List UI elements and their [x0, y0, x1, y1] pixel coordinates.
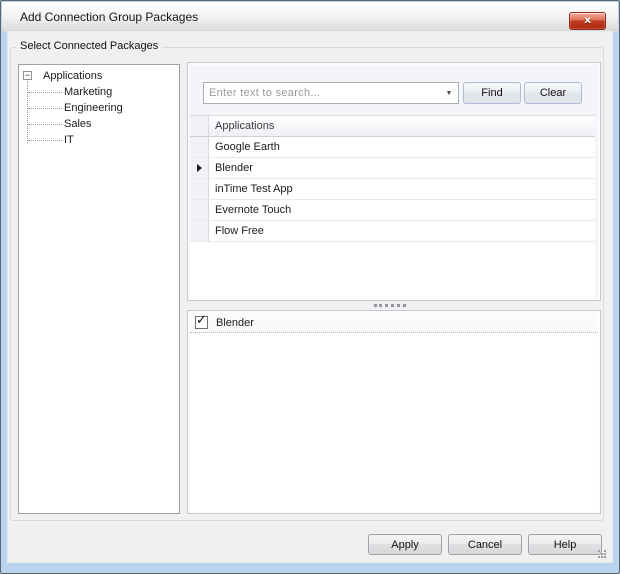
help-button[interactable]: Help	[528, 534, 602, 555]
find-button[interactable]: Find	[463, 82, 521, 104]
tree-item-label: Engineering	[64, 102, 123, 114]
grid-header-applications: Applications	[209, 116, 595, 136]
row-indicator-cell	[190, 137, 209, 157]
package-name-cell: Evernote Touch	[209, 200, 595, 220]
row-indicator-cell	[190, 200, 209, 220]
add-connection-group-packages-dialog: Add Connection Group Packages x Select C…	[0, 0, 620, 574]
package-name-cell: Google Earth	[209, 137, 595, 157]
table-row[interactable]: Google Earth	[190, 137, 595, 158]
groupbox-label: Select Connected Packages	[16, 40, 162, 52]
search-combobox: ▼	[203, 82, 459, 104]
apply-button-label: Apply	[391, 539, 419, 551]
search-input[interactable]	[204, 83, 440, 103]
window-titlebar[interactable]: Add Connection Group Packages	[2, 2, 618, 32]
splitter-handle[interactable]	[374, 304, 406, 307]
blender-checkbox[interactable]: ✓	[195, 316, 208, 329]
selected-item-label: Blender	[216, 317, 254, 329]
table-row[interactable]: Evernote Touch	[190, 200, 595, 221]
packages-tree[interactable]: − Applications Marketing Engineering Sal…	[18, 64, 180, 514]
tree-item-engineering[interactable]: Engineering	[19, 100, 179, 116]
tree-item-marketing[interactable]: Marketing	[19, 84, 179, 100]
find-button-label: Find	[481, 87, 502, 99]
selected-item-blender[interactable]: ✓ Blender	[190, 313, 598, 333]
tree-item-applications[interactable]: − Applications	[19, 68, 179, 84]
packages-search-panel: ▼ Find Clear Applications Google Earth B…	[187, 62, 601, 301]
tree-item-label: Marketing	[64, 86, 112, 98]
apply-button[interactable]: Apply	[368, 534, 442, 555]
tree-collapse-box[interactable]: −	[23, 71, 32, 80]
package-name-cell: Flow Free	[209, 221, 595, 241]
help-button-label: Help	[554, 539, 577, 551]
cancel-button[interactable]: Cancel	[448, 534, 522, 555]
check-icon: ✓	[196, 313, 207, 326]
clear-button-label: Clear	[540, 87, 566, 99]
packages-grid: Applications Google Earth Blender inTime…	[190, 115, 595, 300]
close-icon: x	[584, 16, 591, 26]
collapse-icon: −	[25, 72, 30, 79]
clear-button[interactable]: Clear	[524, 82, 582, 104]
table-row[interactable]: Blender	[190, 158, 595, 179]
tree-item-label: Sales	[64, 118, 92, 130]
grid-header-indicator-cell	[190, 116, 209, 136]
table-row[interactable]: inTime Test App	[190, 179, 595, 200]
selected-packages-panel: ✓ Blender	[187, 310, 601, 514]
row-indicator-cell	[190, 158, 209, 178]
tree-item-sales[interactable]: Sales	[19, 116, 179, 132]
package-name-cell: inTime Test App	[209, 179, 595, 199]
resize-grip[interactable]	[598, 550, 600, 552]
tree-item-label: Applications	[43, 68, 102, 84]
search-dropdown-button[interactable]: ▼	[440, 83, 458, 103]
close-button[interactable]: x	[569, 12, 606, 30]
tree-item-it[interactable]: IT	[19, 132, 179, 148]
table-row[interactable]: Flow Free	[190, 221, 595, 242]
grid-header-row[interactable]: Applications	[190, 116, 595, 137]
dialog-title: Add Connection Group Packages	[20, 10, 198, 24]
package-name-cell: Blender	[209, 158, 595, 178]
row-indicator-cell	[190, 221, 209, 241]
row-indicator-arrow-icon	[197, 164, 202, 172]
tree-item-label: IT	[64, 134, 74, 146]
chevron-down-icon: ▼	[446, 90, 453, 97]
cancel-button-label: Cancel	[468, 539, 502, 551]
row-indicator-cell	[190, 179, 209, 199]
